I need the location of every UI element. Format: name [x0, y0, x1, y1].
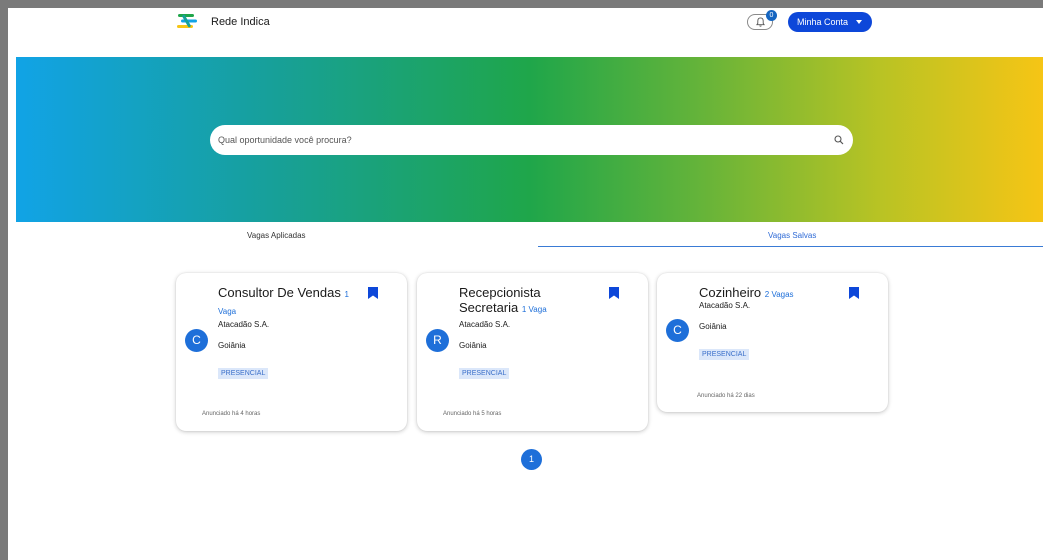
active-tab-indicator: [538, 246, 1043, 247]
job-card[interactable]: Cozinheiro 2 Vagas Atacadão S.A. C Goiân…: [657, 273, 888, 412]
avatar: C: [185, 329, 208, 352]
job-card[interactable]: Consultor De Vendas 1 Vaga Atacadão S.A.…: [176, 273, 407, 431]
notification-badge: 0: [766, 10, 777, 21]
bookmark-icon[interactable]: [849, 287, 859, 299]
job-card[interactable]: Recepcionista Secretaria 1 Vaga Atacadão…: [417, 273, 648, 431]
job-title-text: Cozinheiro: [699, 285, 762, 300]
work-mode-badge: PRESENCIAL: [459, 368, 510, 379]
bell-icon: [756, 17, 765, 27]
work-mode-badge: PRESENCIAL: [699, 349, 750, 360]
logo-icon[interactable]: [176, 12, 198, 30]
work-mode-badge: PRESENCIAL: [218, 368, 269, 379]
search-icon[interactable]: [834, 135, 844, 145]
company-name: Atacadão S.A.: [459, 320, 511, 329]
posted-time: Anunciado há 22 dias: [697, 393, 755, 399]
avatar: C: [666, 319, 689, 342]
pagination-page-button[interactable]: 1: [521, 449, 542, 470]
account-menu-button[interactable]: Minha Conta: [788, 12, 872, 32]
job-title[interactable]: Cozinheiro 2 Vagas: [699, 285, 839, 302]
job-location: Goiânia: [218, 341, 246, 350]
chevron-down-icon: [856, 20, 863, 24]
job-location: Goiânia: [699, 322, 727, 331]
company-name: Atacadão S.A.: [218, 320, 270, 329]
bookmark-icon[interactable]: [609, 287, 619, 299]
job-title[interactable]: Consultor De Vendas 1 Vaga: [218, 285, 358, 319]
bookmark-icon[interactable]: [368, 287, 378, 299]
search-bar[interactable]: [210, 125, 853, 155]
job-openings: 1 Vaga: [521, 305, 547, 314]
search-input[interactable]: [218, 132, 808, 148]
job-location: Goiânia: [459, 341, 487, 350]
posted-time: Anunciado há 5 horas: [443, 411, 502, 417]
company-name: Atacadão S.A.: [699, 301, 751, 310]
tab-vagas-aplicadas[interactable]: Vagas Aplicadas: [247, 231, 306, 240]
job-openings: 2 Vagas: [764, 290, 794, 299]
account-label: Minha Conta: [797, 17, 849, 27]
brand-name[interactable]: Rede Indica: [211, 16, 270, 28]
avatar: R: [426, 329, 449, 352]
tab-vagas-salvas[interactable]: Vagas Salvas: [768, 231, 816, 240]
job-title-text: Consultor De Vendas: [218, 285, 341, 300]
job-title[interactable]: Recepcionista Secretaria 1 Vaga: [459, 285, 599, 317]
posted-time: Anunciado há 4 horas: [202, 411, 261, 417]
